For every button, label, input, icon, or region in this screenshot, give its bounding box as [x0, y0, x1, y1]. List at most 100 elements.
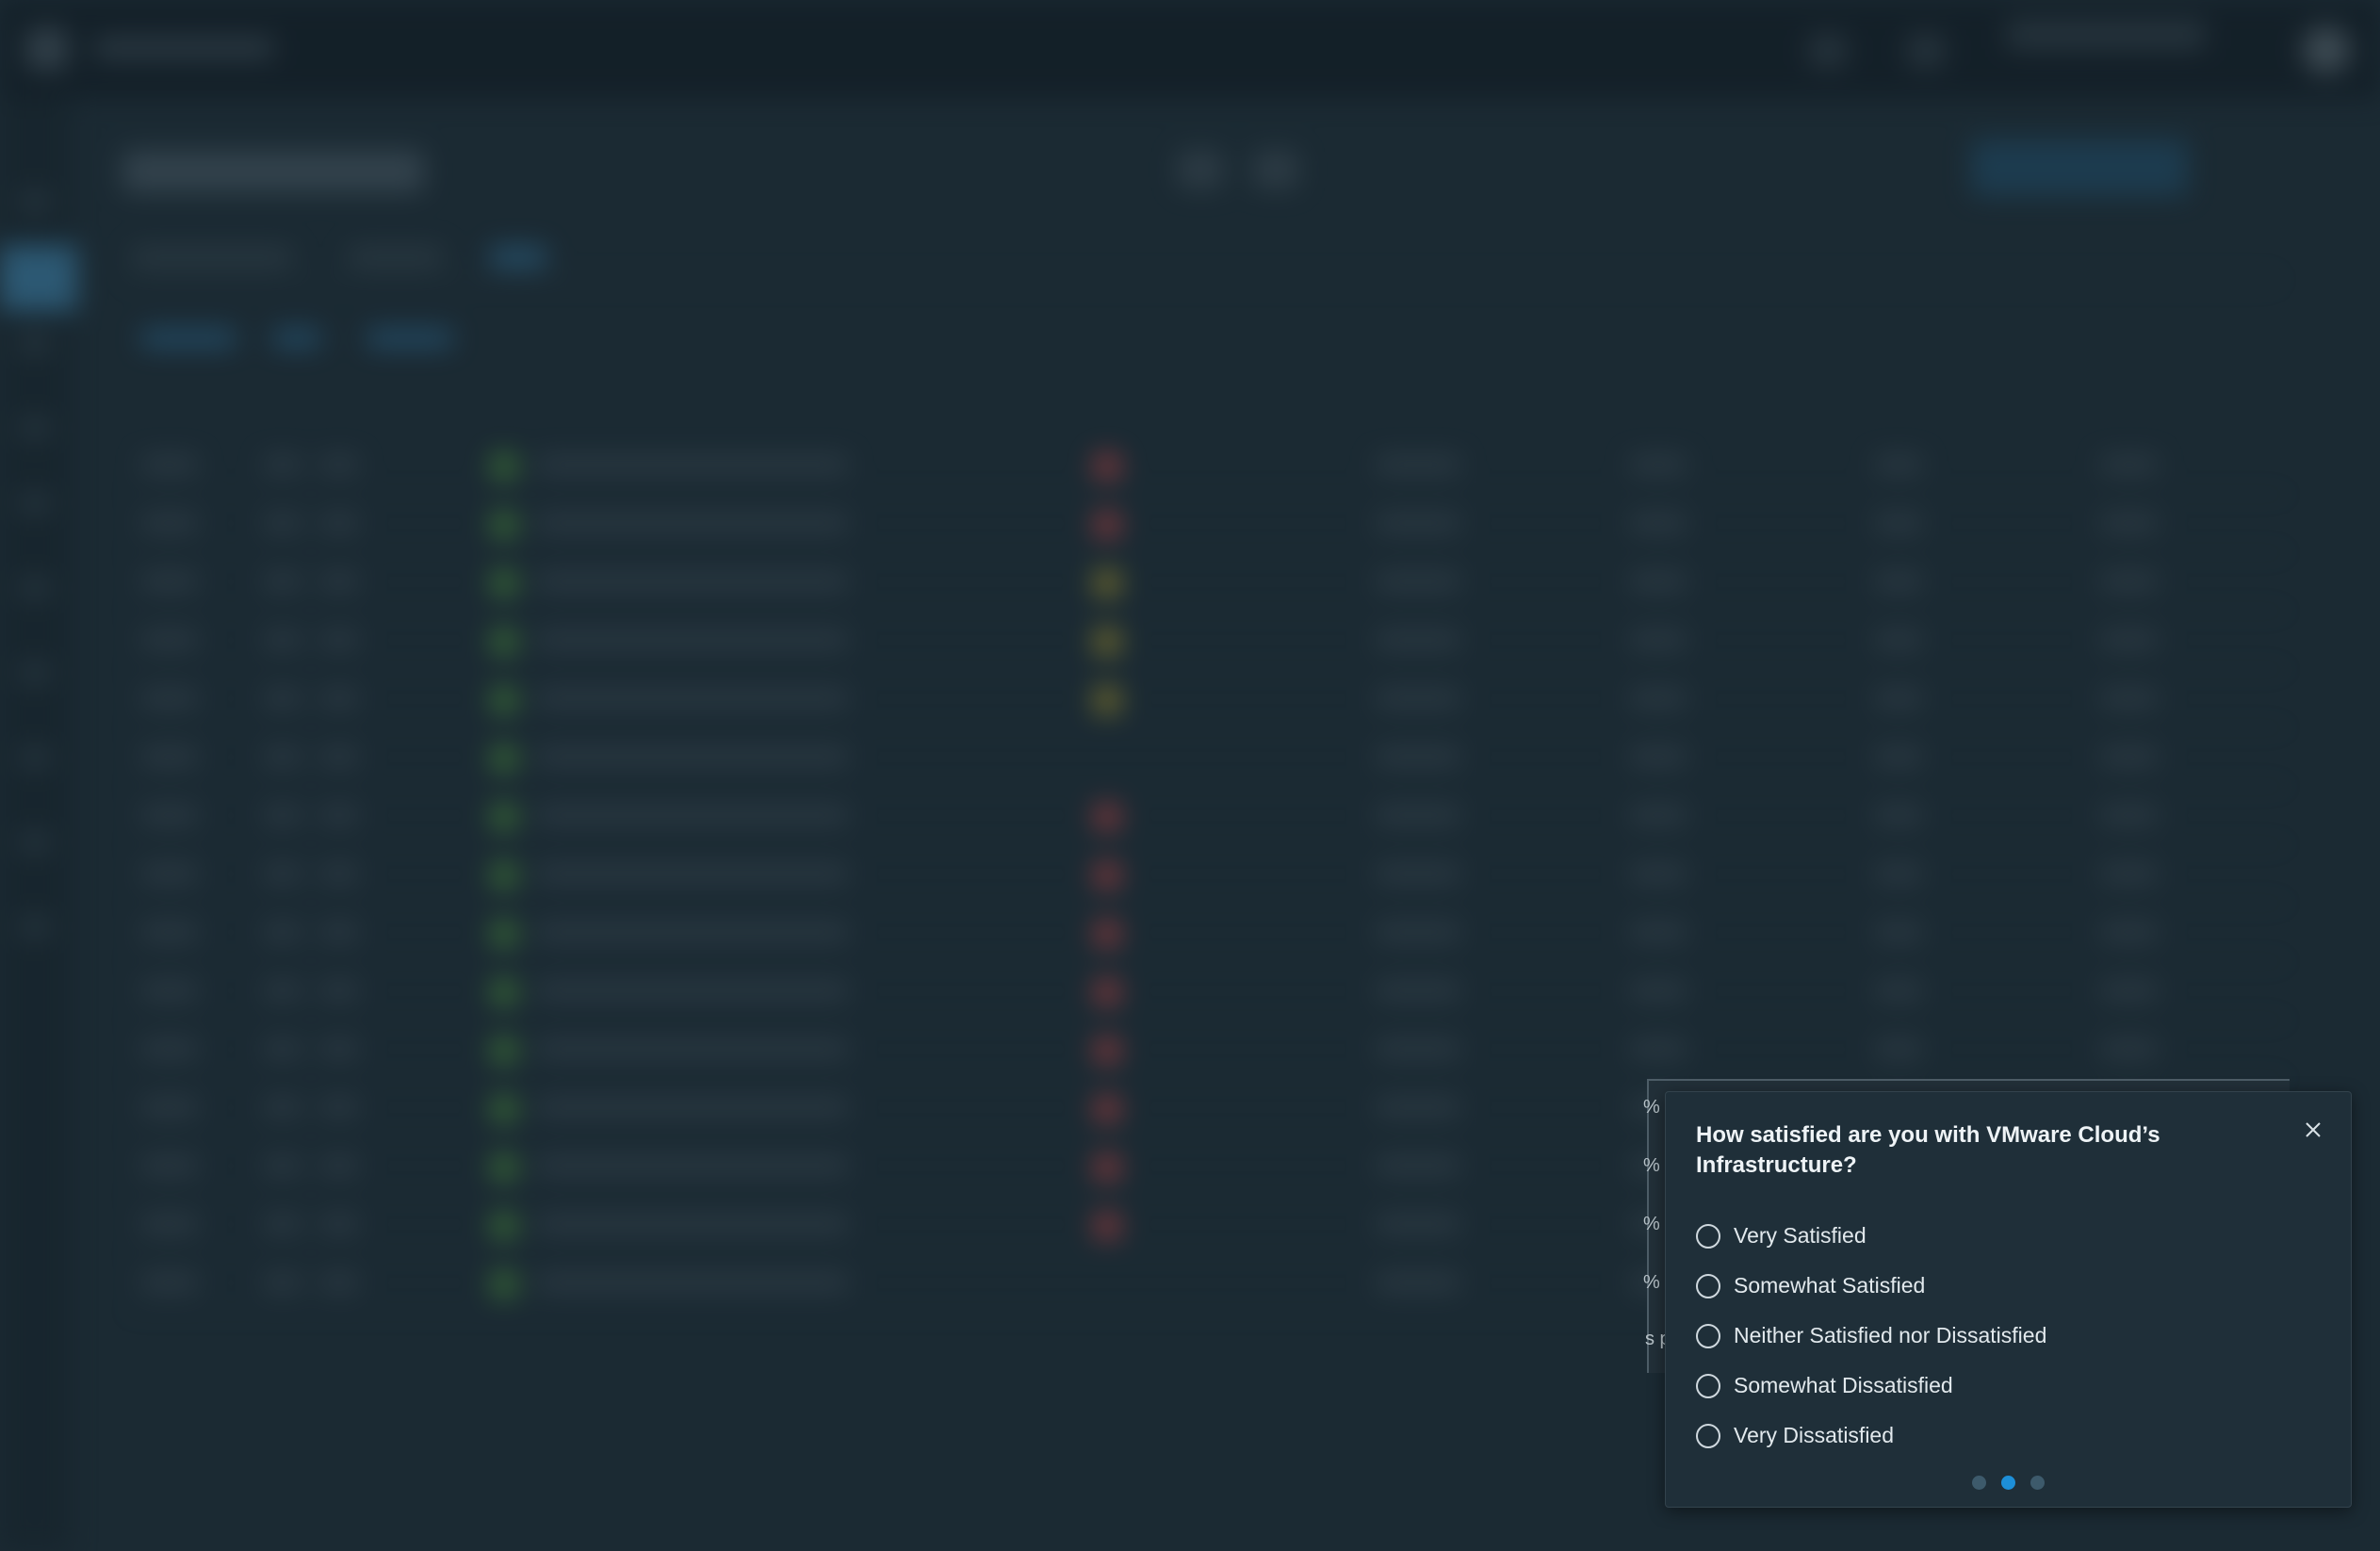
radio-button[interactable]: [1696, 1223, 1720, 1249]
survey-option-very-satisfied[interactable]: Very Satisfied: [1696, 1211, 2318, 1261]
status-icon: [490, 511, 518, 539]
table-cell: [537, 1274, 848, 1291]
table-row[interactable]: [122, 671, 2290, 728]
survey-option-very-dissatisfied[interactable]: Very Dissatisfied: [1696, 1411, 2318, 1461]
page-title: [122, 151, 424, 192]
sidebar-item[interactable]: [21, 334, 49, 352]
table-cell: [320, 923, 358, 940]
radio-button[interactable]: [1696, 1273, 1720, 1298]
sidebar-item[interactable]: [21, 663, 49, 682]
filter-link[interactable]: [141, 330, 236, 347]
primary-action-button[interactable]: [1971, 139, 2188, 196]
sidebar-item[interactable]: [21, 579, 49, 597]
table-cell: [141, 982, 198, 999]
table-cell: [537, 865, 848, 882]
toolbar-button[interactable]: [1253, 151, 1298, 188]
radio-button[interactable]: [1696, 1423, 1720, 1448]
table-cell: [264, 923, 302, 940]
table-cell: [1875, 514, 1922, 531]
toolbar-button[interactable]: [1178, 151, 1223, 188]
table-cell: [1630, 807, 1687, 824]
status-icon: [490, 744, 518, 773]
table-row[interactable]: [122, 554, 2290, 612]
table-row[interactable]: [122, 437, 2290, 495]
covered-cell-text: %: [1643, 1155, 1660, 1176]
table-cell: [1376, 1157, 1460, 1174]
radio-button[interactable]: [1696, 1373, 1720, 1398]
survey-option-neutral[interactable]: Neither Satisfied nor Dissatisfied: [1696, 1311, 2318, 1361]
option-label: Somewhat Dissatisfied: [1734, 1373, 1953, 1397]
filter-link[interactable]: [367, 330, 452, 347]
table-cell: [2101, 865, 2158, 882]
header-icon[interactable]: [1809, 34, 1847, 68]
alert-icon: [1093, 1095, 1121, 1123]
avatar[interactable]: [2303, 26, 2350, 73]
pagination-dot[interactable]: [2001, 1476, 2015, 1490]
table-row[interactable]: [122, 963, 2290, 1020]
alert-icon: [1093, 1153, 1121, 1182]
table-row[interactable]: [122, 1021, 2290, 1079]
table-row[interactable]: [122, 846, 2290, 904]
header-icon[interactable]: [1907, 34, 1945, 68]
survey-option-somewhat-dissatisfied[interactable]: Somewhat Dissatisfied: [1696, 1361, 2318, 1411]
table-cell: [264, 690, 302, 707]
table-cell: [264, 1274, 302, 1291]
table-cell: [1875, 631, 1922, 648]
table-cell: [537, 456, 848, 473]
close-button[interactable]: [2298, 1115, 2328, 1145]
user-menu[interactable]: [2007, 21, 2205, 49]
table-cell: [1376, 456, 1460, 473]
table-cell: [537, 748, 848, 765]
sidebar-item[interactable]: [21, 918, 49, 937]
table-row[interactable]: [122, 788, 2290, 845]
pagination-dot[interactable]: [2030, 1476, 2045, 1490]
table-cell: [1630, 573, 1687, 590]
tab[interactable]: [349, 247, 443, 268]
sidebar-item[interactable]: [21, 833, 49, 852]
table-cell: [537, 1157, 848, 1174]
table-cell: [1630, 690, 1687, 707]
table-cell: [320, 631, 358, 648]
table-row[interactable]: [122, 729, 2290, 787]
sidebar-item[interactable]: [21, 192, 49, 211]
table-row[interactable]: [122, 612, 2290, 670]
app-name-placeholder: [94, 38, 273, 58]
survey-options: Very Satisfied Somewhat Satisfied Neithe…: [1696, 1211, 2318, 1461]
app-root: % % % % s p How satisfied are you with V…: [0, 0, 2380, 1551]
table-cell: [1875, 982, 1922, 999]
table-cell: [141, 1274, 198, 1291]
table-cell: [1376, 748, 1460, 765]
table-row[interactable]: [122, 905, 2290, 962]
table-cell: [1630, 982, 1687, 999]
sidebar-item[interactable]: [21, 748, 49, 767]
alert-icon: [1093, 452, 1121, 481]
table-cell: [264, 748, 302, 765]
survey-option-somewhat-satisfied[interactable]: Somewhat Satisfied: [1696, 1261, 2318, 1311]
sidebar-item[interactable]: [21, 494, 49, 513]
table-cell: [537, 514, 848, 531]
table-cell: [141, 807, 198, 824]
table-row[interactable]: [122, 496, 2290, 553]
sidebar-item[interactable]: [21, 418, 49, 437]
tab-active[interactable]: [490, 247, 546, 268]
table-cell: [264, 1157, 302, 1174]
left-sidebar: [0, 98, 70, 1551]
table-cell: [141, 923, 198, 940]
covered-cell-text: %: [1643, 1272, 1660, 1293]
pagination-dot[interactable]: [1972, 1476, 1986, 1490]
table-cell: [1875, 690, 1922, 707]
table-cell: [264, 1216, 302, 1233]
option-label: Very Satisfied: [1734, 1223, 1867, 1248]
table-cell: [537, 807, 848, 824]
table-cell: [1376, 923, 1460, 940]
alert-icon: [1093, 1037, 1121, 1065]
table-cell: [537, 573, 848, 590]
table-cell: [141, 631, 198, 648]
radio-button[interactable]: [1696, 1323, 1720, 1348]
tab[interactable]: [132, 247, 292, 268]
sidebar-item-active[interactable]: [0, 245, 77, 311]
status-icon: [490, 920, 518, 948]
alert-icon: [1093, 1212, 1121, 1240]
status-icon: [490, 569, 518, 597]
filter-link[interactable]: [273, 330, 320, 347]
